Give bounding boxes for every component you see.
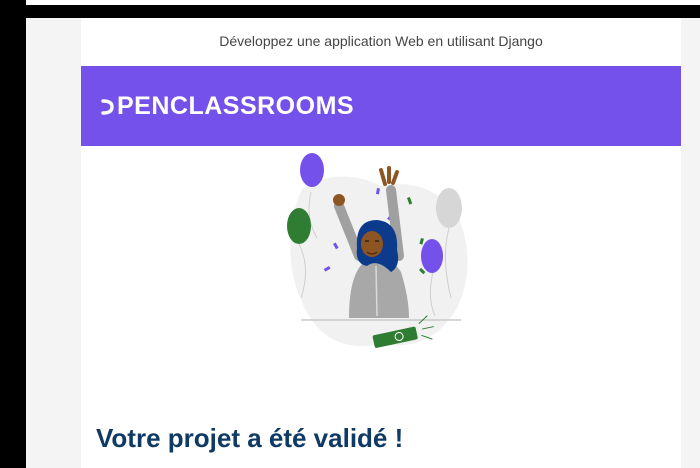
top-strip: [26, 0, 700, 5]
brand-banner: PENCLASSROOMS: [81, 66, 681, 146]
openclassrooms-logo[interactable]: PENCLASSROOMS: [101, 93, 354, 119]
email-card: Développez une application Web en utilis…: [81, 18, 681, 468]
logo-wordmark: PENCLASSROOMS: [117, 92, 355, 120]
preheader-text: Développez une application Web en utilis…: [219, 33, 543, 49]
celebration-illustration: [287, 153, 468, 348]
logo-mark-icon: [101, 99, 114, 115]
headline: Votre projet a été validé !: [96, 423, 404, 453]
